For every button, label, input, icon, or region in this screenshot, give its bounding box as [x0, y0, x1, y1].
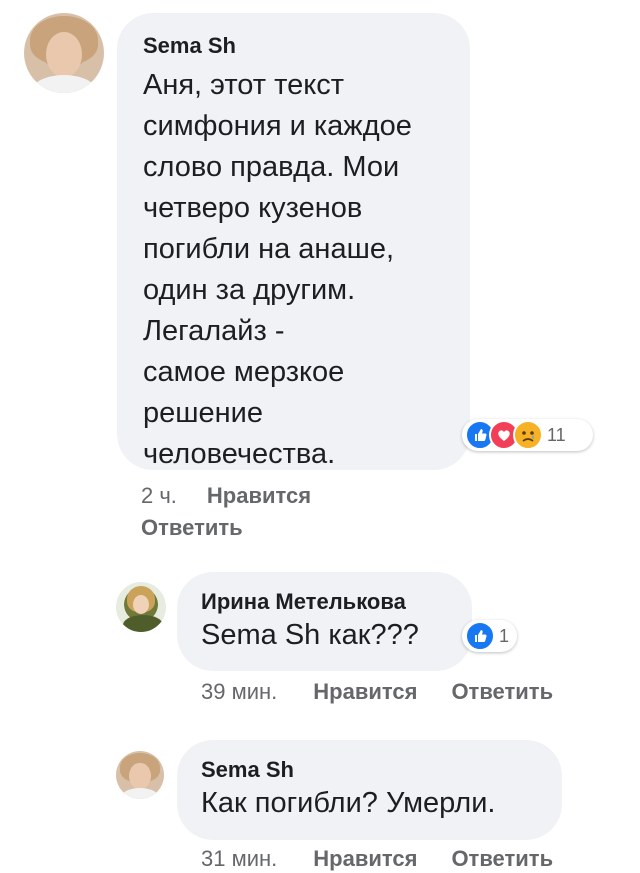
- avatar-shirt: [123, 615, 163, 632]
- comment-text: Аня, этот текст симфония и каждое слово …: [143, 65, 444, 475]
- avatar-shirt: [120, 788, 160, 799]
- comment-text-line: Аня, этот текст: [143, 69, 345, 101]
- like-reaction-icon: [465, 621, 495, 651]
- reaction-count: 1: [499, 625, 510, 646]
- comment-author[interactable]: Sema Sh: [201, 757, 538, 783]
- like-button[interactable]: Нравится: [207, 480, 311, 512]
- comment-time[interactable]: 2 ч.: [141, 480, 177, 512]
- avatar-sema-sh[interactable]: [116, 751, 164, 799]
- reaction-summary[interactable]: 11: [462, 419, 593, 451]
- comment-text-line: самое мерзкое: [143, 356, 345, 388]
- comment-text: Как погибли? Умерли.: [201, 787, 496, 819]
- comment-author[interactable]: Sema Sh: [143, 33, 444, 59]
- like-button[interactable]: Нравится: [313, 678, 417, 706]
- reply-button[interactable]: Ответить: [141, 512, 471, 544]
- avatar-sema-sh[interactable]: [24, 13, 104, 93]
- comment-text-line: один за другим.: [143, 274, 356, 306]
- comment-text-line: четверо кузенов: [143, 192, 363, 224]
- comment-text-line: симфония и каждое: [143, 110, 412, 142]
- comment-meta: 2 ч. Нравится Ответить: [141, 480, 471, 544]
- reaction-summary[interactable]: 1: [462, 620, 517, 652]
- comment-meta: 31 мин. Нравится Ответить: [201, 845, 553, 873]
- comment-text-line: решение: [143, 397, 263, 429]
- avatar-shirt: [32, 75, 96, 93]
- comment-meta: 39 мин. Нравится Ответить: [201, 678, 553, 706]
- sad-reaction-icon: [513, 420, 543, 450]
- comment-text: Sema Sh как???: [201, 619, 419, 651]
- reaction-count: 11: [547, 424, 566, 445]
- comment-time[interactable]: 39 мин.: [201, 678, 277, 706]
- avatar-face: [133, 595, 149, 614]
- comment-bubble: Ирина Метелькова Sema Sh как???: [177, 572, 472, 671]
- comment-author[interactable]: Ирина Метелькова: [201, 589, 448, 615]
- avatar-face: [129, 762, 151, 790]
- avatar-face: [46, 32, 82, 77]
- comment-bubble: Sema Sh Аня, этот текст симфония и каждо…: [117, 13, 470, 470]
- comment-text-line: слово правда. Мои: [143, 151, 400, 183]
- comment-text-line: человечества.: [143, 438, 336, 470]
- reply-button[interactable]: Ответить: [451, 678, 553, 706]
- comment-text-line: погибли на анаше,: [143, 233, 395, 265]
- comment-text-line: Легалайз -: [143, 315, 285, 347]
- reply-button[interactable]: Ответить: [451, 845, 553, 873]
- like-button[interactable]: Нравится: [313, 845, 417, 873]
- comment-time[interactable]: 31 мин.: [201, 845, 277, 873]
- avatar-irina-metelkova[interactable]: [116, 582, 166, 632]
- comment-bubble: Sema Sh Как погибли? Умерли.: [177, 740, 562, 840]
